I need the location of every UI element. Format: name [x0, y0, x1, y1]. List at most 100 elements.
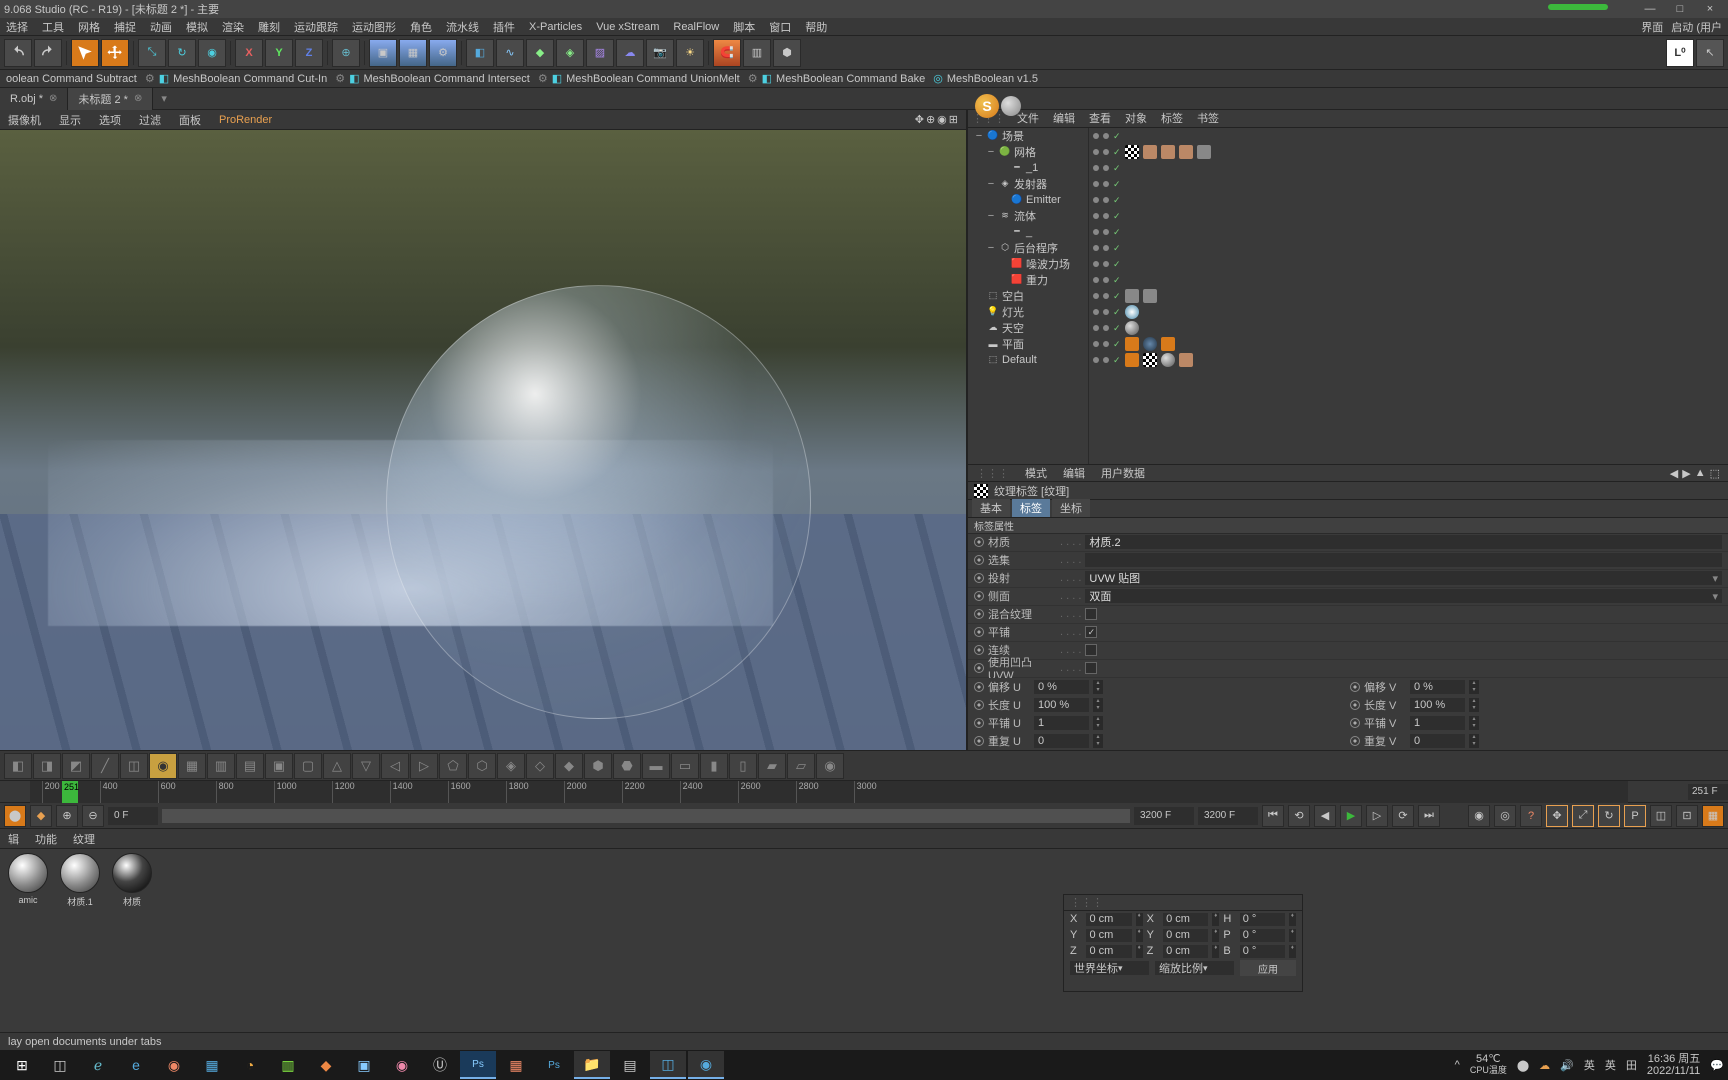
pos-key[interactable]: ✥	[1546, 805, 1568, 827]
coord-value[interactable]: 0 cm	[1086, 913, 1131, 926]
mode-btn[interactable]: ◈	[497, 753, 525, 779]
close-icon[interactable]: ⊗	[134, 93, 142, 104]
menu-item[interactable]: X-Particles	[529, 21, 582, 33]
object-row[interactable]: 💡灯光	[968, 304, 1088, 320]
attr-tab-coord[interactable]: 坐标	[1052, 499, 1090, 517]
menu-item[interactable]: 脚本	[733, 19, 755, 35]
material-item[interactable]: 材质.1	[56, 853, 104, 908]
nav-fwd-icon[interactable]: ▶	[1682, 467, 1690, 480]
meshbool-intersect[interactable]: ⚙◧MeshBoolean Command Intersect	[335, 72, 530, 85]
menu-item[interactable]: 选择	[6, 19, 28, 35]
opt-btn[interactable]: ⊡	[1676, 805, 1698, 827]
tool-script[interactable]: ▥	[743, 39, 771, 67]
ime-indicator[interactable]: 英	[1605, 1057, 1616, 1073]
prorender-menu[interactable]: ProRender	[219, 114, 272, 126]
tray-icon[interactable]: ^	[1455, 1059, 1460, 1071]
minimize-button[interactable]: —	[1636, 3, 1664, 15]
view-nav-icon[interactable]: ◉	[937, 113, 947, 126]
object-row[interactable]: ⬚Default	[968, 352, 1088, 368]
system-clock[interactable]: 16:36 周五 2022/11/11	[1647, 1053, 1700, 1077]
coord-value[interactable]: 0 cm	[1163, 913, 1208, 926]
start-button[interactable]: ⊞	[4, 1051, 40, 1079]
om-menu[interactable]: 对象	[1125, 110, 1147, 126]
object-vis-row[interactable]: ✓	[1089, 176, 1728, 192]
lock-icon[interactable]: ⬚	[1710, 467, 1720, 480]
mode-btn[interactable]: ◇	[526, 753, 554, 779]
app-icon[interactable]: ▤	[612, 1051, 648, 1079]
mode-btn[interactable]: △	[323, 753, 351, 779]
render-settings-button[interactable]: ⚙	[429, 39, 457, 67]
menu-item[interactable]: 动画	[150, 19, 172, 35]
material-item[interactable]: 材质	[108, 853, 156, 908]
move-tool[interactable]	[101, 39, 129, 67]
mode-btn[interactable]: ▤	[236, 753, 264, 779]
attr-value[interactable]: 材质.2	[1085, 535, 1722, 549]
step-back[interactable]: ⟲	[1288, 805, 1310, 827]
mode-btn[interactable]: ⬢	[584, 753, 612, 779]
material-item[interactable]: amic	[4, 853, 52, 905]
object-row[interactable]: ━_1	[968, 160, 1088, 176]
y-axis-lock[interactable]: Y	[265, 39, 293, 67]
start-frame[interactable]: 0 F	[108, 807, 158, 825]
view-nav-icon[interactable]: ✥	[915, 113, 924, 126]
pla-key[interactable]: ◫	[1650, 805, 1672, 827]
attr-menu[interactable]: 用户数据	[1101, 465, 1145, 481]
checkbox[interactable]	[1085, 662, 1097, 674]
tool-btn[interactable]: ◉	[198, 39, 226, 67]
mode-btn[interactable]: ▷	[410, 753, 438, 779]
render-picture-button[interactable]: ▦	[399, 39, 427, 67]
document-tab[interactable]: R.obj *⊗	[0, 88, 68, 110]
om-menu[interactable]: 书签	[1197, 110, 1219, 126]
close-button[interactable]: ×	[1696, 3, 1724, 15]
coord-value[interactable]: 0 °	[1240, 913, 1285, 926]
cube-primitive[interactable]: ◧	[466, 39, 494, 67]
object-row[interactable]: ▬平面	[968, 336, 1088, 352]
prev-frame[interactable]: ◀	[1314, 805, 1336, 827]
light[interactable]: ☀	[676, 39, 704, 67]
uv-value[interactable]: 100 %	[1410, 698, 1465, 712]
mode-btn[interactable]: ◩	[62, 753, 90, 779]
redo-button[interactable]	[34, 39, 62, 67]
object-vis-row[interactable]: ✓	[1089, 160, 1728, 176]
mode-btn[interactable]: ◉	[816, 753, 844, 779]
taskview-button[interactable]: ◫	[42, 1051, 78, 1079]
close-icon[interactable]: ⊗	[49, 93, 57, 104]
key-toggle[interactable]: ?	[1520, 805, 1542, 827]
attr-value[interactable]: UVW 贴图 ▾	[1085, 571, 1722, 585]
menu-item[interactable]: 雕刻	[258, 19, 280, 35]
checkbox[interactable]	[1085, 608, 1097, 620]
uv-value[interactable]: 0 %	[1410, 680, 1465, 694]
menu-item[interactable]: 工具	[42, 19, 64, 35]
menu-item[interactable]: 运动跟踪	[294, 19, 338, 35]
object-vis-row[interactable]: ✓	[1089, 144, 1728, 160]
generator[interactable]: ◆	[526, 39, 554, 67]
attr-tab-tag[interactable]: 标签	[1012, 499, 1050, 517]
viewport[interactable]	[0, 130, 966, 750]
object-vis-row[interactable]: ✓	[1089, 320, 1728, 336]
nav-back-icon[interactable]: ◀	[1670, 467, 1678, 480]
app-icon[interactable]: ◫	[650, 1051, 686, 1079]
z-axis-lock[interactable]: Z	[295, 39, 323, 67]
end-frame2[interactable]: 3200 F	[1198, 807, 1258, 825]
object-vis-row[interactable]: ✓	[1089, 256, 1728, 272]
uv-value[interactable]: 0	[1410, 734, 1465, 748]
anim-key-btn[interactable]: ◆	[30, 805, 52, 827]
mode-btn[interactable]: ◆	[555, 753, 583, 779]
play-button[interactable]: ▶	[1340, 805, 1362, 827]
browser-icon[interactable]: ℯ	[80, 1051, 116, 1079]
render-view-button[interactable]: ▣	[369, 39, 397, 67]
coord-value[interactable]: 0 cm	[1086, 945, 1131, 958]
timeline-ruler[interactable]: 251 200400600800100012001400160018002000…	[30, 781, 1628, 803]
mode-btn[interactable]: ▣	[265, 753, 293, 779]
mode-btn[interactable]: ⬡	[468, 753, 496, 779]
mode-btn[interactable]: ▭	[671, 753, 699, 779]
object-row[interactable]: 🔵Emitter	[968, 192, 1088, 208]
mode-btn[interactable]: ◁	[381, 753, 409, 779]
mode-btn[interactable]: ▦	[178, 753, 206, 779]
uv-value[interactable]: 0	[1034, 734, 1089, 748]
app-icon[interactable]: ▥	[270, 1051, 306, 1079]
uv-value[interactable]: 1	[1034, 716, 1089, 730]
app-icon[interactable]: ◔	[232, 1051, 268, 1079]
anim-auto-btn[interactable]: ⊕	[56, 805, 78, 827]
object-tree[interactable]: −🔵场景−🟢网格━_1−◈发射器🔵Emitter−≋流体━_−⬡后台程序🟥噪波力…	[968, 128, 1088, 464]
